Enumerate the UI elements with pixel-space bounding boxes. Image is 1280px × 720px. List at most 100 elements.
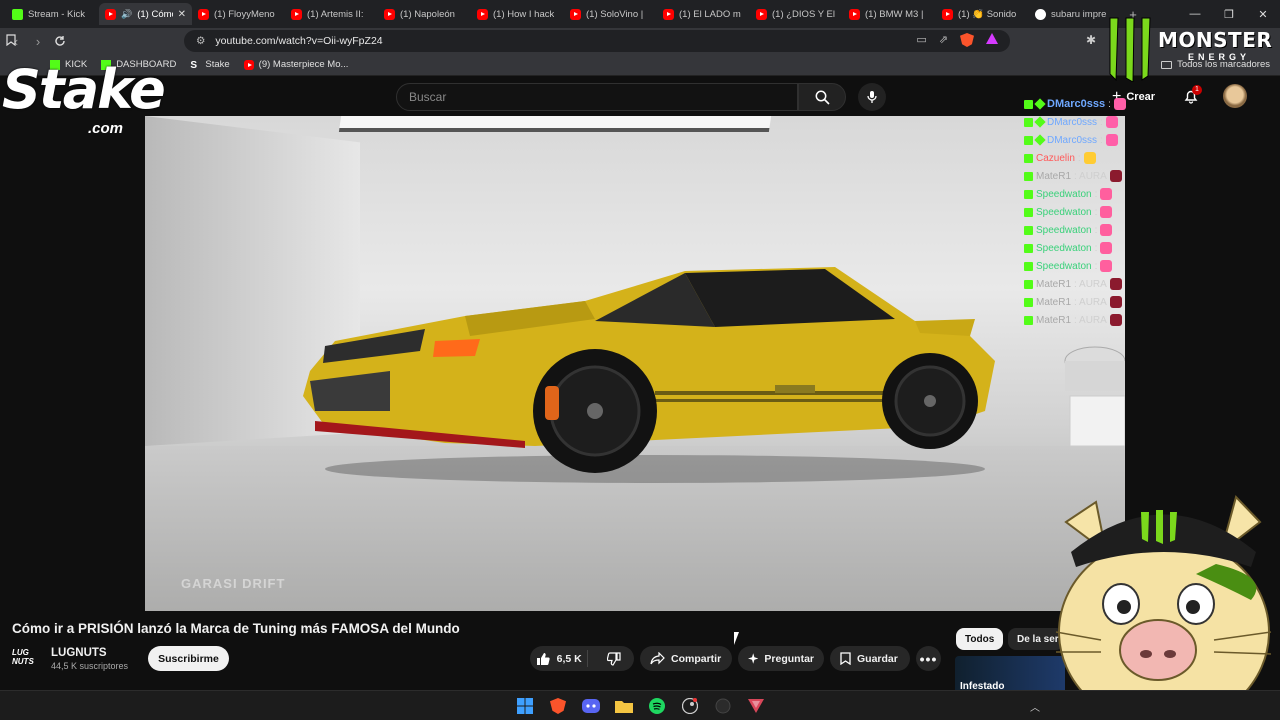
chat-text: : [1108, 98, 1111, 110]
youtube-favicon-icon [477, 8, 488, 20]
tray-chevron-icon[interactable]: ︿ [1030, 699, 1040, 714]
ceiling-light [338, 116, 772, 132]
file-explorer-icon[interactable] [614, 696, 634, 716]
kick-badge-icon [1024, 171, 1033, 181]
channel-name[interactable]: LUGNUTS [51, 647, 107, 659]
filter-chip-all[interactable]: Todos [956, 628, 1004, 650]
chat-username: Speedwaton [1036, 188, 1092, 200]
kick-badge-icon [1024, 135, 1033, 145]
chat-message: Speedwaton: [1024, 239, 1144, 257]
browser-tab-title: (1) Napoleón [400, 8, 455, 20]
ask-button[interactable]: Preguntar [738, 646, 824, 671]
spotify-icon[interactable] [647, 696, 667, 716]
notifications-button[interactable]: 1 [1183, 85, 1202, 109]
install-app-icon[interactable]: ▭ [916, 33, 926, 50]
youtube-favicon-icon [198, 8, 209, 20]
avatar[interactable] [1223, 84, 1247, 108]
bookmark-item[interactable]: S Stake [190, 59, 229, 71]
forward-icon[interactable]: › [27, 30, 49, 52]
address-bar[interactable]: ⚙ youtube.com/watch?v=Oii-wyFpZ24 ▭ ⇗ [6, 30, 1010, 52]
chat-text: : [1077, 152, 1081, 164]
bookmark-icon[interactable] [6, 33, 16, 49]
diamond-badge-icon [1034, 134, 1046, 146]
share-label: Compartir [671, 652, 722, 665]
video-player[interactable]: GARASI DRIFT [145, 116, 1125, 611]
share-button[interactable]: Compartir [640, 646, 732, 671]
chat-emote-icon [1105, 116, 1118, 128]
chat-username: DMarc0sss [1047, 116, 1098, 128]
channel-logo[interactable]: LUG NUTS [12, 648, 42, 668]
diamond-badge-icon [1034, 98, 1046, 110]
chat-username: MateR1 [1036, 170, 1072, 182]
chat-emote-icon [1100, 188, 1113, 200]
youtube-favicon-icon [756, 8, 767, 20]
chat-text: : [1094, 260, 1098, 272]
chat-message: Speedwaton: [1024, 257, 1144, 275]
chat-username: Speedwaton [1036, 242, 1092, 254]
share-page-icon[interactable]: ⇗ [939, 33, 948, 50]
thumbs-down-icon [607, 651, 621, 666]
browser-tab[interactable]: 🔊 (1) Cómo ✕ [99, 3, 192, 25]
like-button[interactable]: 6,5 K [530, 650, 589, 667]
search-input[interactable]: Buscar [396, 83, 798, 111]
discord-icon[interactable] [581, 696, 601, 716]
chat-text: : [1094, 188, 1098, 200]
chat-text: : AURA [1074, 296, 1107, 308]
obs-icon[interactable] [713, 696, 733, 716]
speaker-icon[interactable]: 🔊 [121, 9, 132, 20]
browser-tab-title: Stream - Kick [28, 8, 86, 20]
brave-shields-icon[interactable] [960, 33, 974, 50]
brave-rewards-icon[interactable] [986, 33, 998, 50]
close-tab-icon[interactable]: ✕ [178, 9, 186, 20]
kick-favicon-icon [12, 8, 23, 20]
browser-tab[interactable]: (1) How I hack [471, 3, 564, 25]
chat-text: : AURA [1074, 278, 1107, 290]
more-actions-button[interactable]: ••• [916, 646, 941, 671]
voice-search-button[interactable] [858, 83, 886, 111]
kick-badge-icon [1024, 297, 1033, 307]
kick-badge-icon [1024, 315, 1033, 325]
chat-emote-icon [1105, 134, 1118, 146]
chat-message: Speedwaton: [1024, 185, 1144, 203]
browser-tab-title: (1) 👏 Sonido [958, 8, 1017, 20]
reload-icon[interactable] [49, 30, 71, 52]
chat-emote-icon [1109, 170, 1122, 182]
chat-emote-icon [1109, 296, 1122, 308]
dislike-button[interactable] [594, 651, 634, 666]
like-dislike-group: 6,5 K [530, 646, 634, 671]
brave-nightly-icon[interactable] [746, 696, 766, 716]
site-info-icon[interactable]: ⚙ [196, 35, 205, 47]
browser-toolbar: ‹ › ⚙ youtube.com/watch?v=Oii-wyFpZ24 ▭ … [0, 28, 1280, 54]
windows-start-icon[interactable] [515, 696, 535, 716]
browser-tab[interactable]: (1) Artemis II: [285, 3, 378, 25]
browser-tab[interactable]: (1) BMW M3 | [843, 3, 936, 25]
chat-text: : [1100, 134, 1103, 146]
browser-tab[interactable]: (1) ¿DIOS Y El [750, 3, 843, 25]
brave-browser-icon[interactable] [548, 696, 568, 716]
chat-username: Speedwaton [1036, 260, 1092, 272]
notification-badge: 1 [1192, 85, 1202, 95]
subscribe-button[interactable]: Suscribirme [148, 646, 229, 671]
save-label: Guardar [857, 652, 898, 665]
monster-claw-icon [1109, 17, 1151, 82]
chat-emote-icon [1109, 278, 1122, 290]
chat-emote-icon [1083, 152, 1096, 164]
search-button[interactable] [798, 83, 846, 111]
chat-text: : [1094, 224, 1098, 236]
browser-tab[interactable]: (1) El LADO m [657, 3, 750, 25]
bookmark-item[interactable]: (9) Masterpiece Mo... [243, 59, 348, 70]
browser-tab[interactable]: Stream - Kick [6, 3, 99, 25]
diamond-badge-icon [1034, 116, 1046, 128]
save-button[interactable]: Guardar [830, 646, 910, 671]
chat-message: MateR1: AURA [1024, 275, 1144, 293]
chat-message: DMarc0sss: [1024, 131, 1144, 149]
steam-icon[interactable] [680, 696, 700, 716]
browser-tab[interactable]: (1) Napoleón [378, 3, 471, 25]
stake-logo-text: Stake [2, 58, 166, 121]
browser-tab[interactable]: (1) 👏 Sonido [936, 3, 1029, 25]
chat-username: MateR1 [1036, 296, 1072, 308]
video-wheel-stack [1064, 346, 1125, 447]
browser-tab[interactable]: (1) SoloVino | [564, 3, 657, 25]
browser-tab[interactable]: (1) FloyyMeno [192, 3, 285, 25]
extensions-icon[interactable]: ✱ [1086, 33, 1096, 47]
